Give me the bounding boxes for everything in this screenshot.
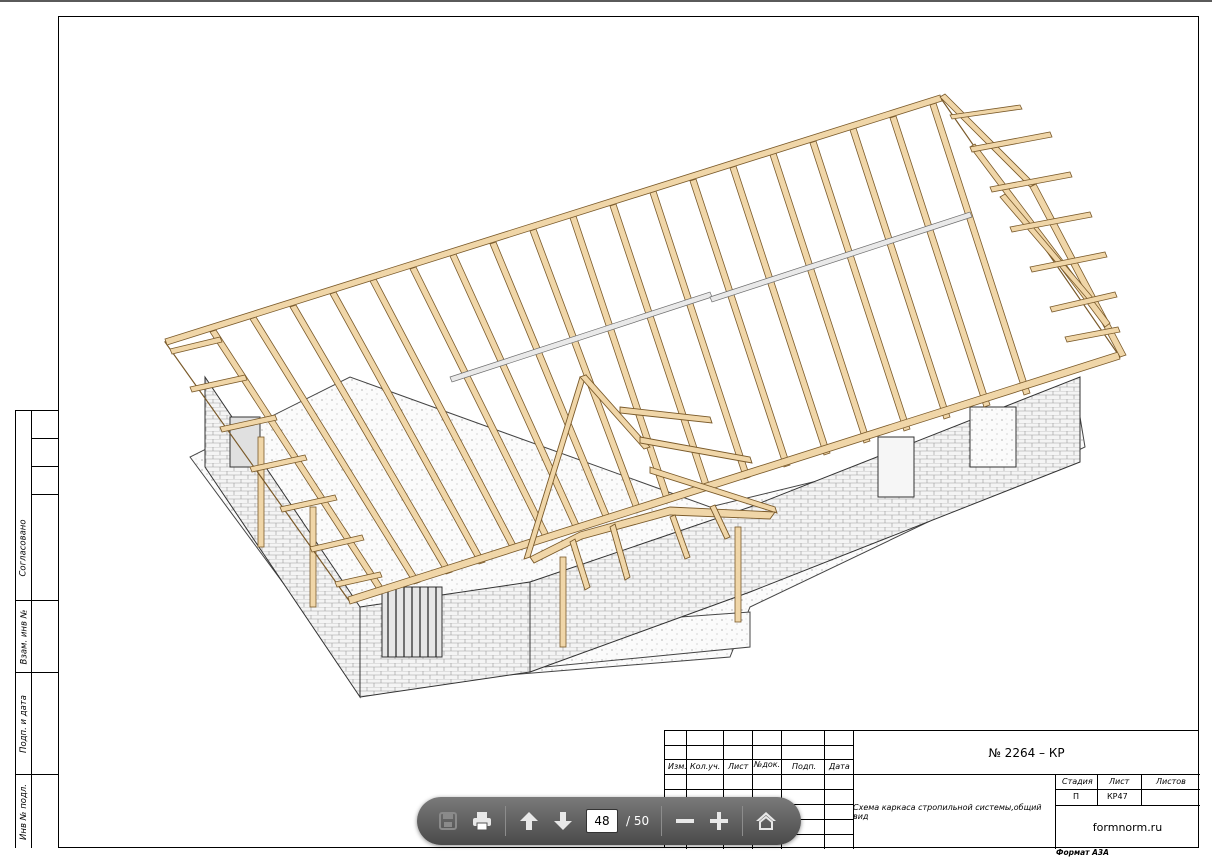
previous-page-button[interactable]: [513, 805, 545, 837]
page-total: / 50: [626, 814, 650, 828]
stamp-vzam-label: Взам. инв №: [19, 609, 30, 665]
format-label: Формат А3А: [1056, 848, 1109, 857]
side-stamp: Согласовано Взам. инв № Подп. и дата Инв…: [15, 410, 59, 848]
print-icon: [473, 812, 491, 831]
drawing-description: Схема каркаса стропильной системы,общий …: [853, 802, 1042, 821]
plus-icon: [710, 812, 729, 830]
column-podp: Подп.: [792, 762, 817, 771]
home-icon: [756, 812, 777, 830]
drawing-sheet: Согласовано Взам. инв № Подп. и дата Инв…: [0, 2, 1212, 858]
zoom-out-button[interactable]: [669, 805, 701, 837]
column-ndok: №док.: [754, 760, 781, 769]
column-izm: Изм.: [668, 762, 687, 771]
website-label: formnorm.ru: [1092, 820, 1163, 834]
rafter-system-isometric-drawing: [164, 93, 1127, 699]
arrow-down-icon: [554, 812, 572, 830]
save-icon: [439, 812, 457, 830]
toolbar-separator: [505, 806, 506, 836]
minus-icon: [676, 819, 695, 823]
sheet-header: Лист: [1109, 777, 1130, 786]
column-data: Дата: [829, 762, 850, 771]
page-number-input[interactable]: [586, 809, 618, 833]
column-kol-uch: Кол.уч.: [690, 762, 721, 771]
stamp-inv-label: Инв № подл.: [19, 784, 30, 840]
toolbar-separator: [742, 806, 744, 836]
stage-header: Стадия: [1062, 777, 1093, 786]
sheets-header: Листов: [1156, 777, 1186, 786]
toolbar-separator: [661, 806, 663, 836]
next-page-button[interactable]: [547, 805, 579, 837]
pdf-toolbar: / 50: [417, 797, 801, 845]
stage-value: П: [1073, 792, 1080, 801]
save-button[interactable]: [432, 805, 464, 837]
home-button[interactable]: [750, 805, 782, 837]
sheet-value: КР47: [1107, 792, 1128, 801]
document-number: № 2264 – КР: [988, 745, 1065, 760]
print-button[interactable]: [466, 805, 498, 837]
stamp-approved-label: Согласовано: [19, 519, 29, 577]
column-list: Лист: [728, 762, 749, 771]
arrow-up-icon: [520, 812, 538, 830]
zoom-in-button[interactable]: [703, 805, 735, 837]
stamp-sign-date-label: Подп. и дата: [19, 695, 29, 753]
